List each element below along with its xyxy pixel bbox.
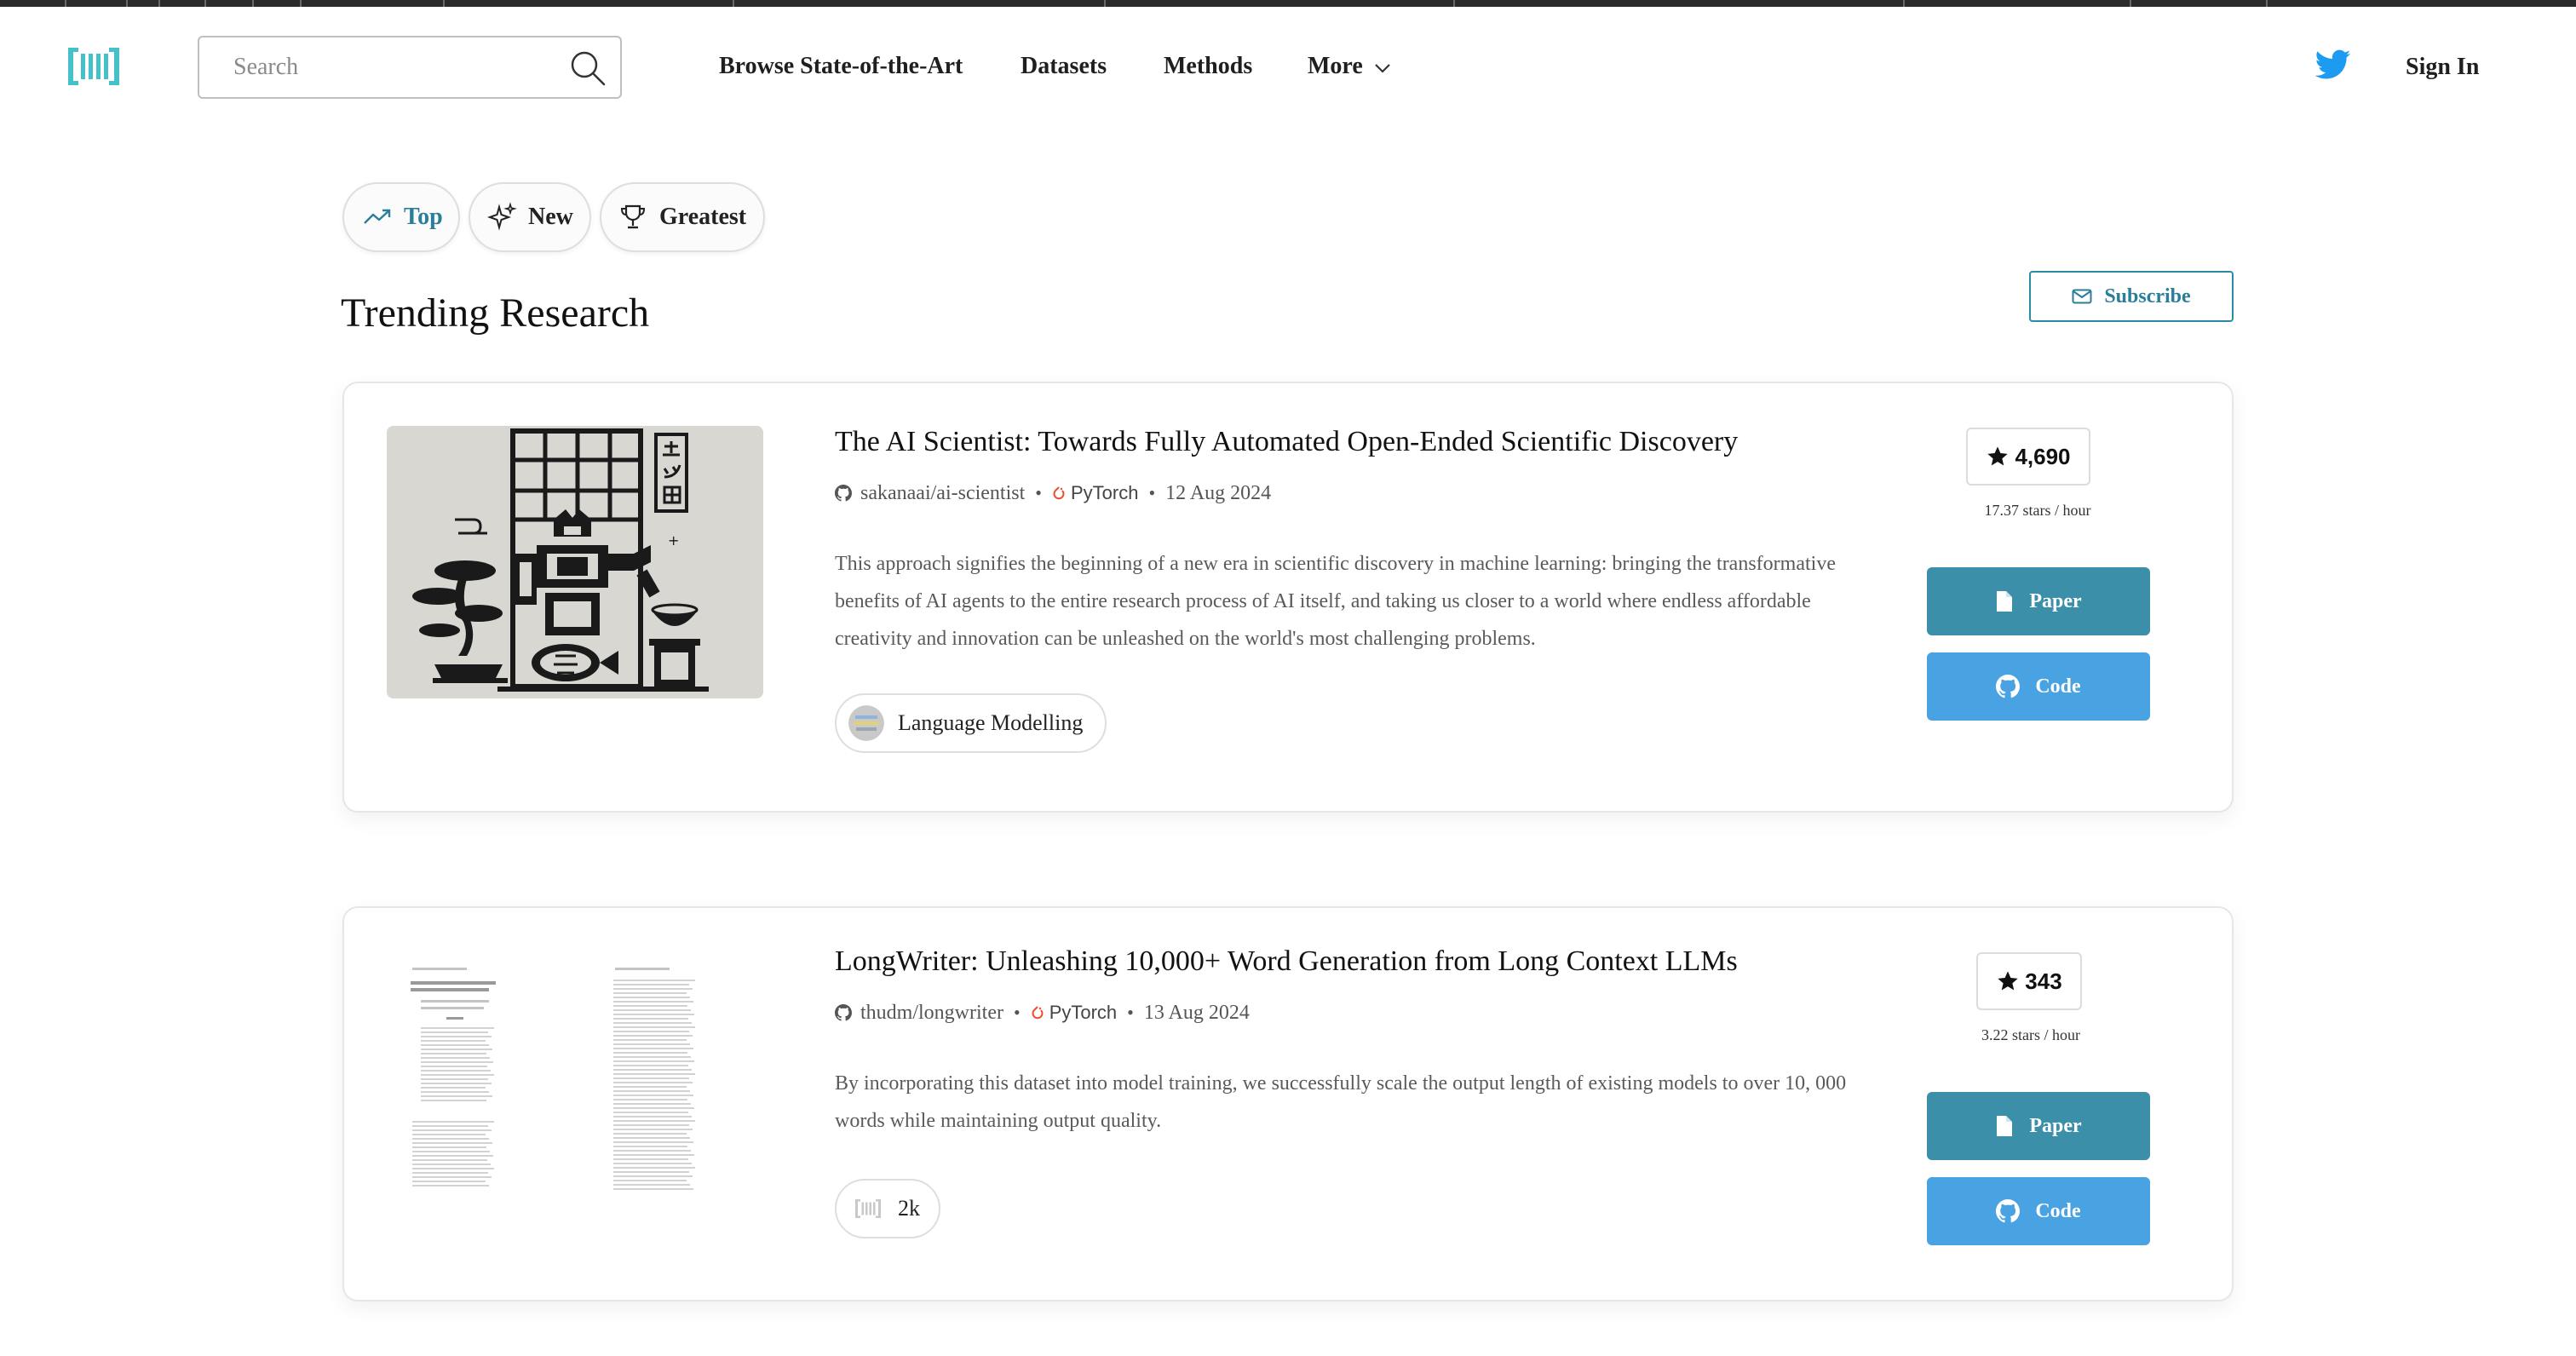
task-tag[interactable]: 2k xyxy=(835,1179,940,1238)
stars-count: 343 xyxy=(2025,968,2062,994)
star-icon xyxy=(1987,446,2009,466)
pytorch-icon xyxy=(1053,486,1065,500)
framework-label: PyTorch xyxy=(1070,482,1139,503)
paper-thumbnail[interactable]: + xyxy=(387,426,763,698)
stars-badge[interactable]: 4,690 xyxy=(1966,428,2090,486)
tab-new[interactable]: New xyxy=(469,182,591,252)
svg-text:+: + xyxy=(668,532,679,549)
stars-rate: 3.22 stars / hour xyxy=(1981,1026,2080,1043)
nav-datasets[interactable]: Datasets xyxy=(1021,45,1107,88)
github-icon xyxy=(835,485,852,502)
task-label: Language Modelling xyxy=(898,710,1084,735)
paper-title[interactable]: The AI Scientist: Towards Fully Automate… xyxy=(835,422,1738,462)
nav-more-label: More xyxy=(1308,53,1363,79)
meta-separator: • xyxy=(1148,482,1156,503)
page-title: Trending Research xyxy=(341,290,650,336)
tab-greatest[interactable]: Greatest xyxy=(600,182,765,252)
top-bar xyxy=(0,0,2576,7)
paperswithcode-logo[interactable] xyxy=(68,46,119,87)
paper-date: 13 Aug 2024 xyxy=(1143,1002,1250,1024)
subscribe-label: Subscribe xyxy=(2104,284,2191,307)
tab-greatest-label: Greatest xyxy=(659,204,747,230)
search-box xyxy=(198,36,622,99)
paper-meta: sakanaai/ai-scientist • PyTorch • 12 Aug… xyxy=(835,479,1271,508)
code-button[interactable]: Code xyxy=(1927,652,2150,721)
trophy-icon xyxy=(620,204,646,229)
task-icon xyxy=(848,705,884,741)
paper-button[interactable]: Paper xyxy=(1927,567,2150,635)
task-label: 2k xyxy=(898,1196,920,1221)
code-button[interactable]: Code xyxy=(1927,1177,2150,1245)
tab-top[interactable]: Top xyxy=(342,182,460,252)
stars-badge[interactable]: 343 xyxy=(1976,952,2082,1010)
paperswithcode-icon xyxy=(855,1199,881,1218)
stars-rate: 17.37 stars / hour xyxy=(1984,502,2091,519)
search-icon[interactable] xyxy=(569,49,607,87)
github-icon xyxy=(1996,1199,2021,1223)
paper-date: 12 Aug 2024 xyxy=(1165,482,1272,504)
pytorch-icon xyxy=(1032,1006,1044,1020)
repo-link[interactable]: thudm/longwriter xyxy=(860,998,1003,1027)
code-button-label: Code xyxy=(2035,675,2081,698)
repo-link[interactable]: sakanaai/ai-scientist xyxy=(860,479,1025,508)
sign-in-link[interactable]: Sign In xyxy=(2406,46,2479,89)
paper-button[interactable]: Paper xyxy=(1927,1092,2150,1160)
paper-card: + The AI Scientist: Towards Fully Automa… xyxy=(342,382,2234,813)
nav-more[interactable]: More xyxy=(1308,45,1391,88)
paper-abstract: This approach signifies the beginning of… xyxy=(835,553,1836,650)
subscribe-button[interactable]: Subscribe xyxy=(2029,271,2234,322)
nav-browse-sota[interactable]: Browse State-of-the-Art xyxy=(719,45,963,88)
meta-separator: • xyxy=(1013,1002,1021,1023)
paper-meta: thudm/longwriter • PyTorch • 13 Aug 2024 xyxy=(835,998,1250,1027)
tab-new-label: New xyxy=(528,204,573,230)
meta-separator: • xyxy=(1035,482,1042,503)
paper-card: LongWriter: Unleashing 10,000+ Word Gene… xyxy=(342,906,2234,1301)
nav-methods[interactable]: Methods xyxy=(1164,45,1252,88)
twitter-icon[interactable] xyxy=(2314,49,2351,80)
paper-title[interactable]: LongWriter: Unleashing 10,000+ Word Gene… xyxy=(835,942,1738,981)
paper-abstract: By incorporating this dataset into model… xyxy=(835,1072,1847,1132)
task-tag[interactable]: Language Modelling xyxy=(835,693,1107,753)
document-icon xyxy=(1997,1116,2013,1136)
trending-up-icon xyxy=(364,209,391,224)
star-icon xyxy=(1998,971,2018,991)
code-button-label: Code xyxy=(2035,1199,2081,1222)
document-icon xyxy=(1997,591,2013,612)
github-icon xyxy=(835,1004,852,1021)
stars-count: 4,690 xyxy=(2015,443,2071,469)
site-header: Browse State-of-the-Art Datasets Methods… xyxy=(0,7,2576,119)
github-icon xyxy=(1996,675,2021,698)
paper-button-label: Paper xyxy=(2029,1114,2082,1137)
sparkles-icon xyxy=(487,202,517,231)
tab-top-label: Top xyxy=(404,204,443,230)
paper-button-label: Paper xyxy=(2029,589,2082,612)
framework-label: PyTorch xyxy=(1049,1002,1118,1023)
mail-icon xyxy=(2072,289,2092,304)
paper-thumbnail[interactable] xyxy=(387,959,763,1232)
meta-separator: • xyxy=(1127,1002,1134,1023)
search-input[interactable] xyxy=(199,37,540,97)
chevron-down-icon xyxy=(1375,63,1390,73)
